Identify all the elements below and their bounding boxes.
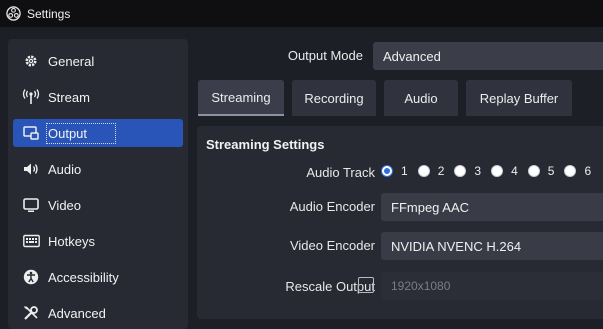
radio-label: 6 (584, 164, 592, 178)
sidebar-item-label: Video (48, 197, 82, 213)
sidebar-item-stream[interactable]: Stream (13, 83, 183, 111)
sidebar-item-label: General (48, 53, 95, 69)
sidebar-item-accessibility[interactable]: Accessibility (13, 263, 183, 291)
window-title: Settings (27, 6, 71, 21)
sidebar-item-label: Accessibility (48, 269, 119, 285)
monitor-icon (22, 196, 40, 214)
radio-label: 1 (401, 164, 408, 178)
sidebar-item-general[interactable]: General (13, 47, 183, 75)
sidebar-item-hotkeys[interactable]: Hotkeys (13, 227, 183, 255)
audio-encoder-label: Audio Encoder (289, 199, 375, 214)
radio-button[interactable] (564, 165, 577, 177)
accessibility-icon (22, 268, 40, 286)
tab-audio[interactable]: Audio (384, 80, 458, 116)
sidebar-item-label: Stream (48, 89, 90, 105)
audio-track-radio-group: 1 2 3 4 5 6 (381, 164, 601, 178)
gear-icon (22, 52, 40, 70)
audio-encoder-select[interactable]: FFmpeg AAC (381, 193, 603, 221)
sidebar-item-output[interactable]: Output (13, 119, 183, 147)
radio-button[interactable] (491, 165, 504, 177)
sidebar-item-audio[interactable]: Audio (13, 155, 183, 183)
audio-track-option-2[interactable]: 2 (417, 164, 445, 178)
audio-track-option-5[interactable]: 5 (527, 164, 555, 178)
radio-label: 2 (437, 164, 445, 178)
video-encoder-label: Video Encoder (289, 238, 375, 253)
title-bar: Settings (0, 0, 603, 27)
obs-logo-icon (6, 6, 21, 21)
output-mode-select[interactable]: Advanced (373, 42, 603, 70)
tab-recording[interactable]: Recording (292, 80, 376, 116)
panel-title: Streaming Settings (206, 137, 325, 152)
keyboard-icon (22, 232, 40, 250)
settings-sidebar: General Stream Output Audio Video Hotkey… (8, 39, 188, 329)
sidebar-item-video[interactable]: Video (13, 191, 183, 219)
speaker-icon (22, 160, 40, 178)
tab-replay-buffer[interactable]: Replay Buffer (466, 80, 572, 116)
tools-icon (22, 304, 40, 322)
radio-label: 5 (547, 164, 555, 178)
video-encoder-select[interactable]: NVIDIA NVENC H.264 (381, 232, 603, 260)
radio-button-selected[interactable] (381, 165, 393, 177)
rescale-output-checkbox[interactable] (358, 277, 374, 293)
sidebar-item-label: Advanced (48, 305, 106, 321)
audio-track-option-6[interactable]: 6 (564, 164, 591, 178)
output-mode-label: Output Mode (287, 48, 363, 63)
sidebar-item-label: Output (46, 122, 117, 144)
rescale-resolution-select: 1920x1080 (381, 272, 603, 300)
output-tabs: Streaming Recording Audio Replay Buffer (198, 80, 580, 116)
audio-track-option-3[interactable]: 3 (454, 164, 481, 178)
streaming-settings-panel: Streaming Settings Audio Track 1 2 3 4 5… (197, 126, 603, 319)
output-icon (22, 124, 40, 142)
audio-track-label: Audio Track (306, 165, 375, 180)
output-mode-row: Output Mode Advanced (196, 41, 603, 71)
sidebar-item-advanced[interactable]: Advanced (13, 299, 183, 327)
audio-track-option-1[interactable]: 1 (381, 164, 408, 178)
radio-label: 4 (511, 164, 518, 178)
radio-button[interactable] (417, 165, 430, 177)
sidebar-item-label: Hotkeys (48, 233, 95, 249)
sidebar-item-label: Audio (48, 161, 82, 177)
radio-button[interactable] (527, 165, 540, 177)
antenna-icon (22, 88, 40, 106)
audio-track-option-4[interactable]: 4 (491, 164, 518, 178)
radio-button[interactable] (454, 165, 467, 177)
radio-label: 3 (474, 164, 482, 178)
tab-streaming[interactable]: Streaming (198, 80, 284, 116)
